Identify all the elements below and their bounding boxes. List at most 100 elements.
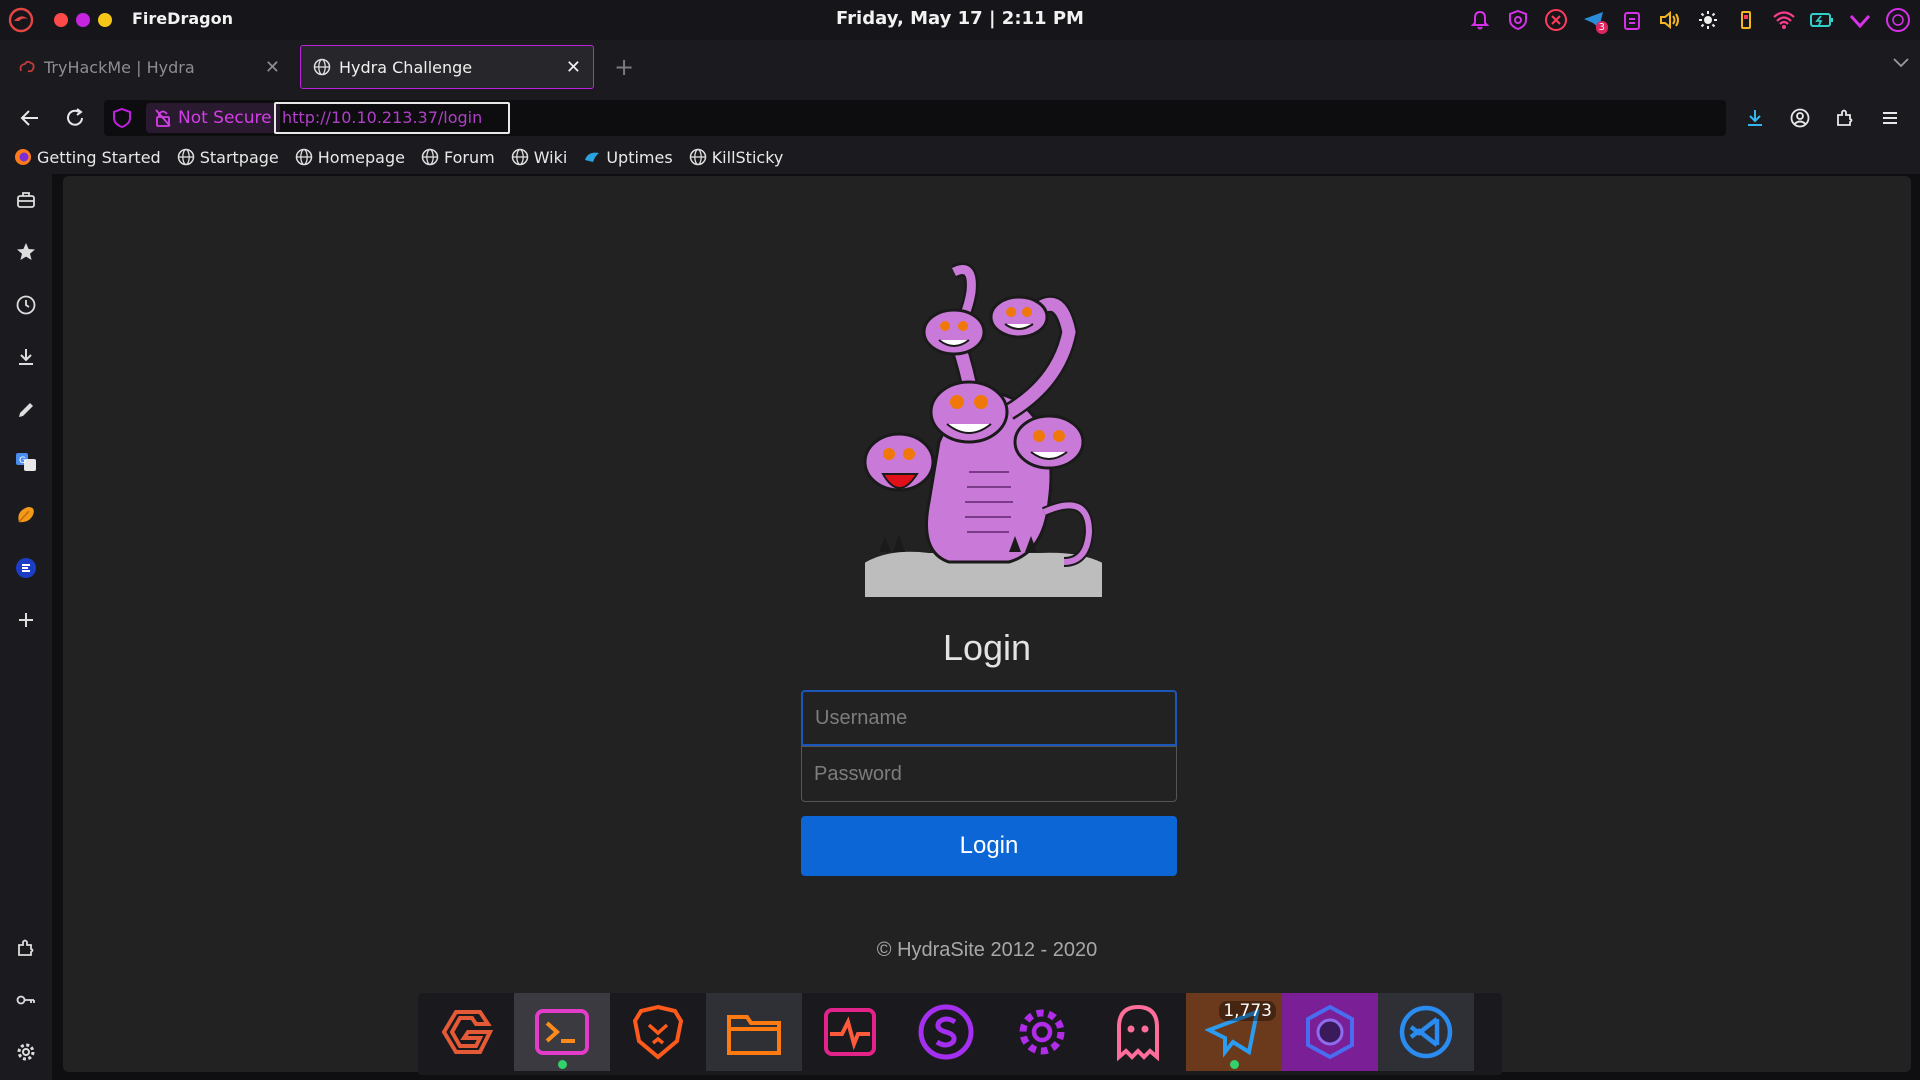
close-icon[interactable]: ✕ xyxy=(566,57,581,78)
dock-telegram[interactable]: 1,773 xyxy=(1186,993,1282,1071)
garuda-icon xyxy=(441,1010,494,1054)
dock-ghost[interactable] xyxy=(1090,993,1186,1071)
gear-icon[interactable] xyxy=(12,1038,40,1066)
translate-icon[interactable]: G xyxy=(12,448,40,476)
bookmark-getting-started[interactable]: Getting Started xyxy=(14,148,161,167)
notification-bell-icon[interactable] xyxy=(1466,6,1494,34)
page-footer: © HydraSite 2012 - 2020 xyxy=(876,939,1098,961)
uptimes-icon xyxy=(585,152,600,162)
dock-settings[interactable] xyxy=(994,993,1090,1071)
dock-files[interactable] xyxy=(706,993,802,1071)
telegram-tray-icon[interactable]: 3 xyxy=(1580,6,1608,34)
globe-icon xyxy=(295,148,312,166)
firefox-icon xyxy=(15,149,31,165)
url-input[interactable]: http://10.10.213.37/login xyxy=(274,102,510,134)
insecure-lock-icon xyxy=(155,109,171,127)
tab-label: TryHackMe | Hydra xyxy=(44,57,195,77)
bookmark-uptimes[interactable]: Uptimes xyxy=(583,147,673,167)
globe-icon xyxy=(313,58,331,76)
page-content: Login Login © HydraSite 2012 - 2020 xyxy=(63,176,1911,1072)
tab-tryhackme[interactable]: TryHackMe | Hydra ✕ xyxy=(6,45,292,89)
back-button[interactable] xyxy=(16,104,44,132)
system-tray: 3 xyxy=(1466,6,1912,34)
files-icon xyxy=(727,1015,781,1055)
bookmark-label: KillSticky xyxy=(711,147,784,167)
username-input[interactable] xyxy=(801,690,1177,746)
battery-icon[interactable] xyxy=(1808,6,1836,34)
chevron-down-icon[interactable] xyxy=(1846,6,1874,34)
dock-brave[interactable] xyxy=(610,993,706,1071)
puzzle-icon[interactable] xyxy=(12,934,40,962)
svg-text:G: G xyxy=(19,456,26,466)
mango-leaf-icon[interactable] xyxy=(12,501,40,529)
close-circle-icon[interactable] xyxy=(1542,6,1570,34)
shield-icon[interactable] xyxy=(1504,6,1532,34)
user-avatar-icon[interactable] xyxy=(1884,6,1912,34)
history-clock-icon[interactable] xyxy=(12,291,40,319)
terminal-icon xyxy=(535,1009,589,1055)
ghost-icon xyxy=(1117,1004,1159,1061)
dock-garuda[interactable] xyxy=(418,993,514,1071)
puzzle-icon xyxy=(1837,109,1853,126)
bookmark-forum[interactable]: Forum xyxy=(421,148,495,167)
globe-icon xyxy=(177,148,194,166)
password-input[interactable] xyxy=(801,746,1177,802)
window-maximize-button[interactable] xyxy=(98,13,112,27)
bookmark-killsticky[interactable]: KillSticky xyxy=(689,147,784,167)
account-button[interactable] xyxy=(1786,104,1814,132)
dock-system-monitor[interactable] xyxy=(802,993,898,1071)
bookmark-startpage[interactable]: Startpage xyxy=(177,148,279,167)
reload-icon xyxy=(67,108,83,126)
system-monitor-icon xyxy=(824,1008,876,1056)
pencil-icon[interactable] xyxy=(12,396,40,424)
star-icon[interactable] xyxy=(12,238,40,266)
menu-button[interactable] xyxy=(1876,104,1904,132)
garuda-logo-icon[interactable] xyxy=(8,7,34,33)
volume-icon[interactable] xyxy=(1656,6,1684,34)
dock-s-app[interactable] xyxy=(898,993,994,1071)
bookmark-label: Getting Started xyxy=(37,147,161,167)
bookmark-label: Startpage xyxy=(199,147,279,167)
tracking-shield-icon[interactable] xyxy=(112,107,132,133)
dock-terminal[interactable] xyxy=(514,993,610,1071)
tab-list-chevron-icon[interactable] xyxy=(1892,54,1910,73)
window-close-button[interactable] xyxy=(54,13,68,27)
dock-vscodium[interactable] xyxy=(1378,993,1474,1071)
running-indicator xyxy=(1230,1060,1239,1069)
bookmark-wiki[interactable]: Wiki xyxy=(511,148,567,167)
tab-hydra-challenge[interactable]: Hydra Challenge ✕ xyxy=(300,45,594,89)
dock-hydra-app[interactable] xyxy=(1282,993,1378,1071)
bookmark-homepage[interactable]: Homepage xyxy=(295,148,405,167)
clipboard-icon[interactable] xyxy=(1618,6,1646,34)
system-top-bar: FireDragon Friday, May 17 | 2:11 PM 3 xyxy=(0,0,1920,40)
browser-sidebar: G xyxy=(0,174,52,1080)
window-controls xyxy=(54,13,112,27)
account-icon xyxy=(1790,108,1810,128)
not-secure-label: Not Secure xyxy=(178,108,272,128)
download-icon[interactable] xyxy=(12,343,40,371)
bookmark-label: Homepage xyxy=(317,147,405,167)
brightness-icon[interactable] xyxy=(1694,6,1722,34)
bookmark-label: Forum xyxy=(443,147,495,167)
new-tab-button[interactable]: + xyxy=(614,53,634,81)
add-panel-icon[interactable] xyxy=(12,606,40,634)
bookmark-label: Uptimes xyxy=(606,147,673,167)
address-bar[interactable]: Not Secure http://10.10.213.37/login xyxy=(104,100,1726,136)
login-button[interactable]: Login xyxy=(801,816,1177,876)
unread-count-badge: 1,773 xyxy=(1219,1001,1276,1021)
wifi-icon[interactable] xyxy=(1770,6,1798,34)
extension-e-icon[interactable] xyxy=(12,554,40,582)
downloads-button[interactable] xyxy=(1741,104,1769,132)
settings-icon xyxy=(1019,1009,1065,1055)
reload-button[interactable] xyxy=(61,104,89,132)
hydra-logo-image xyxy=(863,262,1104,598)
extensions-button[interactable] xyxy=(1831,104,1859,132)
close-icon[interactable]: ✕ xyxy=(265,57,280,78)
key-icon[interactable] xyxy=(12,986,40,1014)
usb-drive-icon[interactable] xyxy=(1732,6,1760,34)
vscodium-icon xyxy=(1399,1005,1453,1059)
window-minimize-button[interactable] xyxy=(76,13,90,27)
bookmarks-toolbar: Getting Started Startpage Homepage Forum… xyxy=(0,140,1920,174)
briefcase-icon[interactable] xyxy=(12,186,40,214)
not-secure-indicator[interactable]: Not Secure xyxy=(146,103,280,133)
